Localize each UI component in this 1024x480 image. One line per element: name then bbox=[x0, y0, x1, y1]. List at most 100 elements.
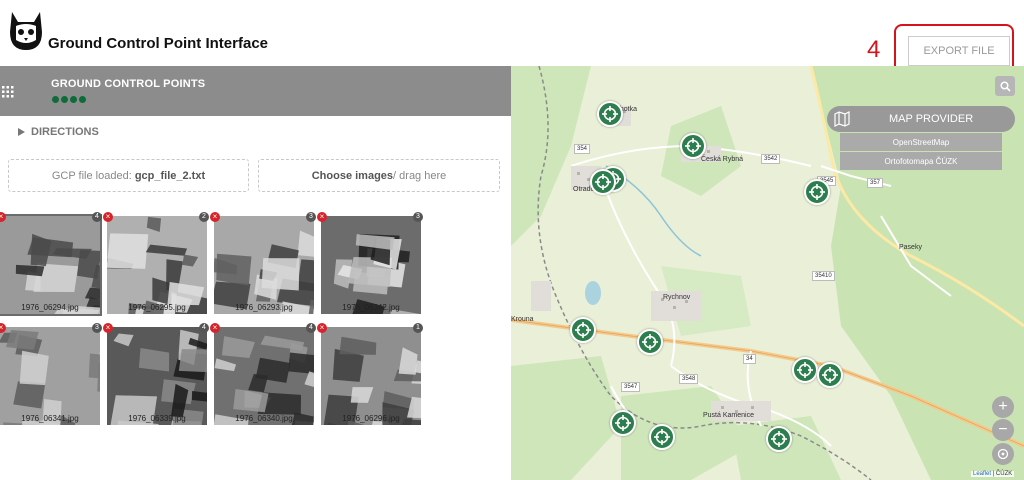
aerial-photo bbox=[214, 216, 314, 314]
step-annotation: 4 bbox=[867, 36, 881, 63]
cat-logo-icon bbox=[10, 12, 42, 50]
gcp-marker[interactable] bbox=[590, 169, 616, 195]
provider-option-ortofoto[interactable]: Ortofotomapa ČÚZK bbox=[840, 152, 1002, 170]
crosshair-icon bbox=[595, 174, 611, 190]
aerial-photo bbox=[321, 327, 421, 425]
gcp-marker[interactable] bbox=[637, 329, 663, 355]
remove-image-icon[interactable]: × bbox=[210, 212, 220, 222]
crosshair-icon bbox=[685, 138, 701, 154]
thumbnail-filename: 1976_06342.jpg bbox=[342, 303, 400, 312]
directions-toggle[interactable]: DIRECTIONS bbox=[18, 126, 99, 138]
gcp-file-name: gcp_file_2.txt bbox=[134, 169, 206, 182]
app-title: Ground Control Point Interface bbox=[48, 35, 268, 52]
remove-image-icon[interactable]: × bbox=[103, 323, 113, 333]
thumbnail-filename: 1976_06295.jpg bbox=[128, 303, 186, 312]
image-thumbnail[interactable]: 1976_06296.jpg bbox=[321, 327, 421, 425]
gcp-count-badge: 4 bbox=[306, 323, 316, 333]
crosshair-icon bbox=[615, 415, 631, 431]
image-dropzone[interactable]: Choose images / drag here bbox=[258, 159, 500, 192]
image-thumbnail[interactable]: 1976_06339.jpg bbox=[107, 327, 207, 425]
gcp-count-badge: 4 bbox=[199, 323, 209, 333]
aerial-photo bbox=[0, 327, 100, 425]
place-label: Česká Rybná bbox=[701, 156, 744, 163]
gcp-count-badge: 4 bbox=[92, 212, 102, 222]
image-thumbnail[interactable]: 1976_06341.jpg bbox=[0, 327, 100, 425]
place-label: Krouna bbox=[511, 316, 534, 323]
step-dot bbox=[61, 96, 68, 103]
map-icon bbox=[829, 106, 855, 132]
gcp-marker[interactable] bbox=[610, 410, 636, 436]
road-number-label: 3548 bbox=[679, 374, 699, 384]
gcp-marker[interactable] bbox=[817, 362, 843, 388]
map-view[interactable]: Otradov Česká Rybná Paseky Rychnov Krouna Pus… bbox=[511, 66, 1024, 480]
map-attribution: Leaflet | ČÚZK bbox=[971, 471, 1015, 477]
crosshair-icon bbox=[654, 429, 670, 445]
zoom-out-button[interactable]: − bbox=[992, 419, 1014, 441]
aerial-photo bbox=[321, 216, 421, 314]
remove-image-icon[interactable]: × bbox=[210, 323, 220, 333]
aerial-photo bbox=[107, 216, 207, 314]
remove-image-icon[interactable]: × bbox=[103, 212, 113, 222]
image-thumbnail[interactable]: 1976_06294.jpg bbox=[0, 214, 102, 316]
step-dot bbox=[79, 96, 86, 103]
image-thumbnail[interactable]: 1976_06340.jpg bbox=[214, 327, 314, 425]
crosshair-icon bbox=[771, 431, 787, 447]
crosshair-icon bbox=[797, 362, 813, 378]
image-thumbnail[interactable]: 1976_06342.jpg bbox=[321, 216, 421, 314]
app-root: Ground Control Point Interface 4 EXPORT … bbox=[0, 0, 1024, 480]
image-thumbnail[interactable]: 1976_06295.jpg bbox=[107, 216, 207, 314]
crosshair-icon bbox=[575, 322, 591, 338]
gcp-marker[interactable] bbox=[792, 357, 818, 383]
thumbnail-filename: 1976_06339.jpg bbox=[128, 414, 186, 423]
gcp-marker[interactable] bbox=[649, 424, 675, 450]
search-icon bbox=[999, 80, 1011, 92]
gcp-marker[interactable] bbox=[570, 317, 596, 343]
map-provider-label: MAP PROVIDER bbox=[889, 113, 974, 125]
export-file-button[interactable]: EXPORT FILE bbox=[908, 36, 1010, 66]
gcp-marker[interactable] bbox=[597, 101, 623, 127]
gcp-count-badge: 3 bbox=[92, 323, 102, 333]
thumbnail-filename: 1976_06341.jpg bbox=[21, 414, 79, 423]
map-search-button[interactable] bbox=[995, 76, 1015, 96]
gcp-count-badge: 3 bbox=[306, 212, 316, 222]
thumbnail-filename: 1976_06294.jpg bbox=[21, 303, 79, 312]
gcp-panel: GROUND CONTROL POINTS DIRECTIONS GCP fil… bbox=[0, 66, 511, 480]
choose-images-label: Choose images bbox=[311, 169, 394, 182]
gcp-count-badge: 3 bbox=[413, 212, 423, 222]
road-number-label: 34 bbox=[743, 354, 756, 364]
gcp-file-prefix: GCP file loaded: bbox=[51, 169, 132, 182]
crosshair-icon bbox=[809, 184, 825, 200]
road-number-label: 3542 bbox=[761, 154, 781, 164]
leaflet-link[interactable]: Leaflet bbox=[973, 471, 991, 477]
gcp-marker[interactable] bbox=[804, 179, 830, 205]
road-number-label: 35410 bbox=[812, 271, 835, 281]
aerial-photo bbox=[0, 216, 100, 314]
remove-image-icon[interactable]: × bbox=[317, 212, 327, 222]
step-indicator bbox=[52, 96, 86, 103]
choose-images-suffix: / drag here bbox=[393, 169, 447, 182]
section-title: GROUND CONTROL POINTS bbox=[51, 78, 206, 90]
gcp-marker[interactable] bbox=[766, 426, 792, 452]
road-number-label: 3547 bbox=[621, 382, 641, 392]
crosshair-icon bbox=[602, 106, 618, 122]
geolocate-button[interactable] bbox=[992, 443, 1014, 465]
grid-menu-icon[interactable] bbox=[2, 86, 14, 98]
remove-image-icon[interactable]: × bbox=[317, 323, 327, 333]
crosshair-icon bbox=[642, 334, 658, 350]
expand-arrow-icon bbox=[18, 128, 25, 136]
gcp-count-badge: 2 bbox=[199, 212, 209, 222]
header: Ground Control Point Interface 4 EXPORT … bbox=[0, 0, 1024, 74]
map-provider-button[interactable]: MAP PROVIDER bbox=[827, 106, 1015, 132]
gcp-marker[interactable] bbox=[680, 133, 706, 159]
provider-option-osm[interactable]: OpenStreetMap bbox=[840, 133, 1002, 151]
crosshair-icon bbox=[822, 367, 838, 383]
gcp-count-badge: 1 bbox=[413, 323, 423, 333]
thumbnail-filename: 1976_06340.jpg bbox=[235, 414, 293, 423]
image-thumbnail[interactable]: 1976_06293.jpg bbox=[214, 216, 314, 314]
zoom-in-button[interactable]: + bbox=[992, 396, 1014, 418]
place-label: Pustá Kamenice bbox=[703, 412, 754, 419]
step-dot bbox=[52, 96, 59, 103]
gcp-file-status: GCP file loaded: gcp_file_2.txt bbox=[8, 159, 249, 192]
gcp-title-bar: GROUND CONTROL POINTS bbox=[0, 66, 511, 116]
thumbnail-filename: 1976_06293.jpg bbox=[235, 303, 293, 312]
